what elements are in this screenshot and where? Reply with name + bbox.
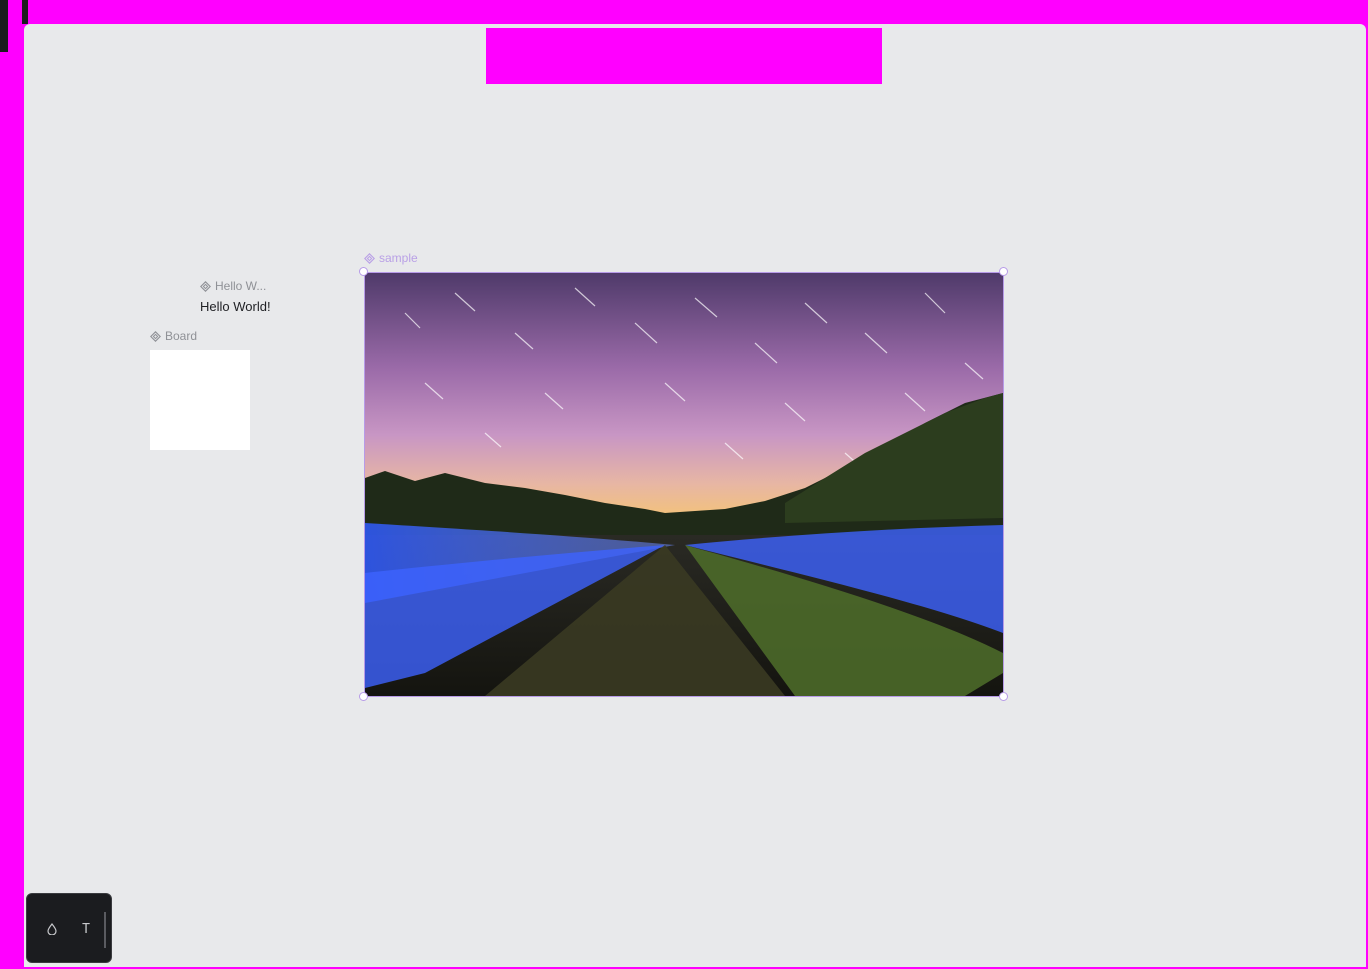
top-bar	[0, 0, 1368, 24]
left-bar	[0, 0, 24, 969]
component-icon	[364, 252, 375, 264]
design-canvas[interactable]: Hello W... Hello World! Board sample T	[24, 24, 1366, 967]
corner-tab[interactable]	[0, 0, 8, 52]
component-icon	[200, 280, 211, 292]
drop-icon[interactable]	[42, 919, 62, 939]
resize-handle-top-left[interactable]	[359, 267, 368, 276]
resize-handle-bottom-right[interactable]	[999, 692, 1008, 701]
resize-handle-top-right[interactable]	[999, 267, 1008, 276]
hello-world-text[interactable]: Hello World!	[200, 299, 271, 314]
toolbar-divider	[104, 912, 106, 948]
frame-title-sample[interactable]: sample	[364, 251, 418, 265]
component-icon	[150, 330, 161, 342]
resize-handle-bottom-left[interactable]	[359, 692, 368, 701]
corner-tab-secondary[interactable]	[22, 0, 28, 24]
board-frame[interactable]	[150, 350, 250, 450]
landscape-image	[365, 273, 1003, 696]
top-banner	[486, 28, 882, 84]
sample-image[interactable]	[364, 272, 1004, 697]
frame-title-hello[interactable]: Hello W...	[200, 279, 266, 293]
frame-title-board[interactable]: Board	[150, 329, 197, 343]
frame-title-label: Hello W...	[215, 279, 267, 293]
bottom-toolbar: T	[26, 893, 112, 963]
text-tool-icon[interactable]: T	[76, 919, 96, 939]
frame-title-label: sample	[379, 251, 418, 265]
frame-title-label: Board	[165, 329, 198, 343]
